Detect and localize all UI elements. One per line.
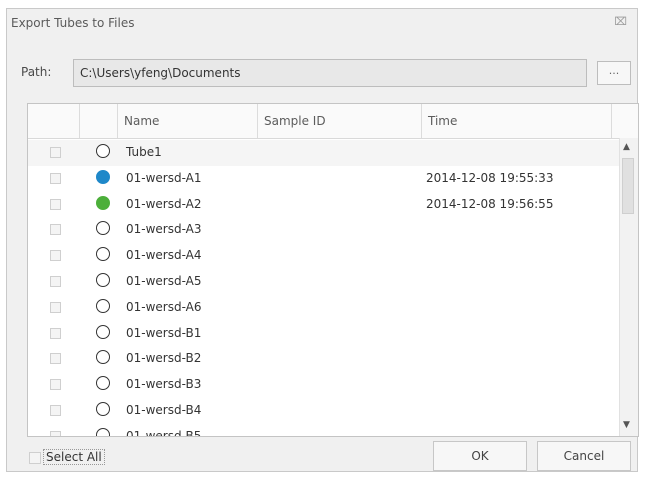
status-circle-icon xyxy=(96,247,110,262)
table-row[interactable]: 01-wersd-A4 xyxy=(28,243,620,269)
status-circle-icon xyxy=(96,221,110,236)
table-header: Name Sample ID Time xyxy=(28,104,638,139)
row-checkbox[interactable] xyxy=(50,250,61,262)
status-circle-icon xyxy=(96,376,110,391)
vertical-scrollbar[interactable]: ▲ ▼ xyxy=(619,138,638,436)
status-circle-icon xyxy=(96,427,110,436)
row-name: 01-wersd-A2 xyxy=(126,196,202,211)
ok-button[interactable]: OK xyxy=(433,441,527,471)
row-checkbox[interactable] xyxy=(50,198,61,210)
column-header-time[interactable]: Time xyxy=(422,104,612,138)
status-circle-icon xyxy=(96,324,110,339)
table-row[interactable]: 01-wersd-B5 xyxy=(28,424,620,437)
table-row[interactable]: 01-wersd-B4 xyxy=(28,398,620,424)
select-all-checkbox[interactable]: Select All xyxy=(29,447,125,469)
row-checkbox[interactable] xyxy=(50,379,61,391)
table-row[interactable]: 01-wersd-A1 2014-12-08 19:55:33 xyxy=(28,166,620,192)
status-circle-icon xyxy=(96,350,110,365)
table-row[interactable]: 01-wersd-A5 xyxy=(28,269,620,295)
status-circle-icon xyxy=(96,169,110,184)
select-all-label[interactable]: Select All xyxy=(43,449,105,465)
row-name: 01-wersd-A3 xyxy=(126,222,202,237)
row-checkbox[interactable] xyxy=(50,430,61,436)
dialog-title: Export Tubes to Files xyxy=(11,16,135,30)
table-row[interactable]: 01-wersd-B3 xyxy=(28,372,620,398)
row-name: 01-wersd-B3 xyxy=(126,377,202,392)
browse-button[interactable]: ... xyxy=(597,61,631,85)
table-row[interactable]: 01-wersd-A3 xyxy=(28,217,620,243)
table-row[interactable]: 01-wersd-B2 xyxy=(28,346,620,372)
row-checkbox[interactable] xyxy=(50,353,61,365)
tubes-table: Name Sample ID Time Tube1 01-wersd-A1 2014… xyxy=(27,103,639,437)
path-field[interactable]: C:\Users\yfeng\Documents xyxy=(73,59,587,87)
row-name: Tube1 xyxy=(126,145,162,159)
status-circle-icon xyxy=(96,273,110,287)
row-time: 2014-12-08 19:56:55 xyxy=(426,196,554,211)
row-name: 01-wersd-B1 xyxy=(126,325,202,340)
row-checkbox[interactable] xyxy=(50,301,61,313)
row-name: 01-wersd-B2 xyxy=(126,351,202,366)
export-tubes-dialog: Export Tubes to Files ⌧ Path: C:\Users\y… xyxy=(6,8,639,472)
row-time: 2014-12-08 19:55:33 xyxy=(426,170,554,185)
cancel-button[interactable]: Cancel xyxy=(537,441,631,471)
scroll-up-icon[interactable]: ▲ xyxy=(623,142,630,152)
close-icon[interactable]: ⌧ xyxy=(614,15,627,28)
status-circle-icon xyxy=(96,298,110,313)
row-name: 01-wersd-A4 xyxy=(126,248,202,263)
column-header-name[interactable]: Name xyxy=(118,104,258,138)
column-header-sample-id[interactable]: Sample ID xyxy=(258,104,422,138)
path-label: Path: xyxy=(21,65,52,79)
row-name: 01-wersd-B5 xyxy=(126,428,202,437)
row-checkbox[interactable] xyxy=(50,224,61,236)
table-row[interactable]: 01-wersd-A6 xyxy=(28,295,620,321)
select-all-box[interactable] xyxy=(29,452,41,464)
status-circle-icon xyxy=(96,144,110,158)
row-name: 01-wersd-B4 xyxy=(126,403,202,417)
dialog-titlebar: Export Tubes to Files ⌧ xyxy=(7,9,637,37)
row-name: 01-wersd-A5 xyxy=(126,274,202,288)
row-checkbox[interactable] xyxy=(50,172,61,184)
table-row[interactable]: 01-wersd-B1 xyxy=(28,321,620,347)
status-circle-icon xyxy=(96,402,110,416)
row-name: 01-wersd-A1 xyxy=(126,170,202,185)
row-checkbox[interactable] xyxy=(50,405,61,416)
row-checkbox[interactable] xyxy=(50,147,61,158)
row-checkbox[interactable] xyxy=(50,327,61,339)
status-circle-icon xyxy=(96,195,110,210)
table-row[interactable]: 01-wersd-A2 2014-12-08 19:56:55 xyxy=(28,192,620,218)
scrollbar-thumb[interactable] xyxy=(622,158,634,214)
column-header-status xyxy=(80,104,118,138)
row-name: 01-wersd-A6 xyxy=(126,299,202,314)
row-checkbox[interactable] xyxy=(50,276,61,287)
table-row[interactable]: Tube1 xyxy=(28,140,620,166)
column-header-checkbox xyxy=(28,104,80,138)
scroll-down-icon[interactable]: ▼ xyxy=(623,420,630,430)
